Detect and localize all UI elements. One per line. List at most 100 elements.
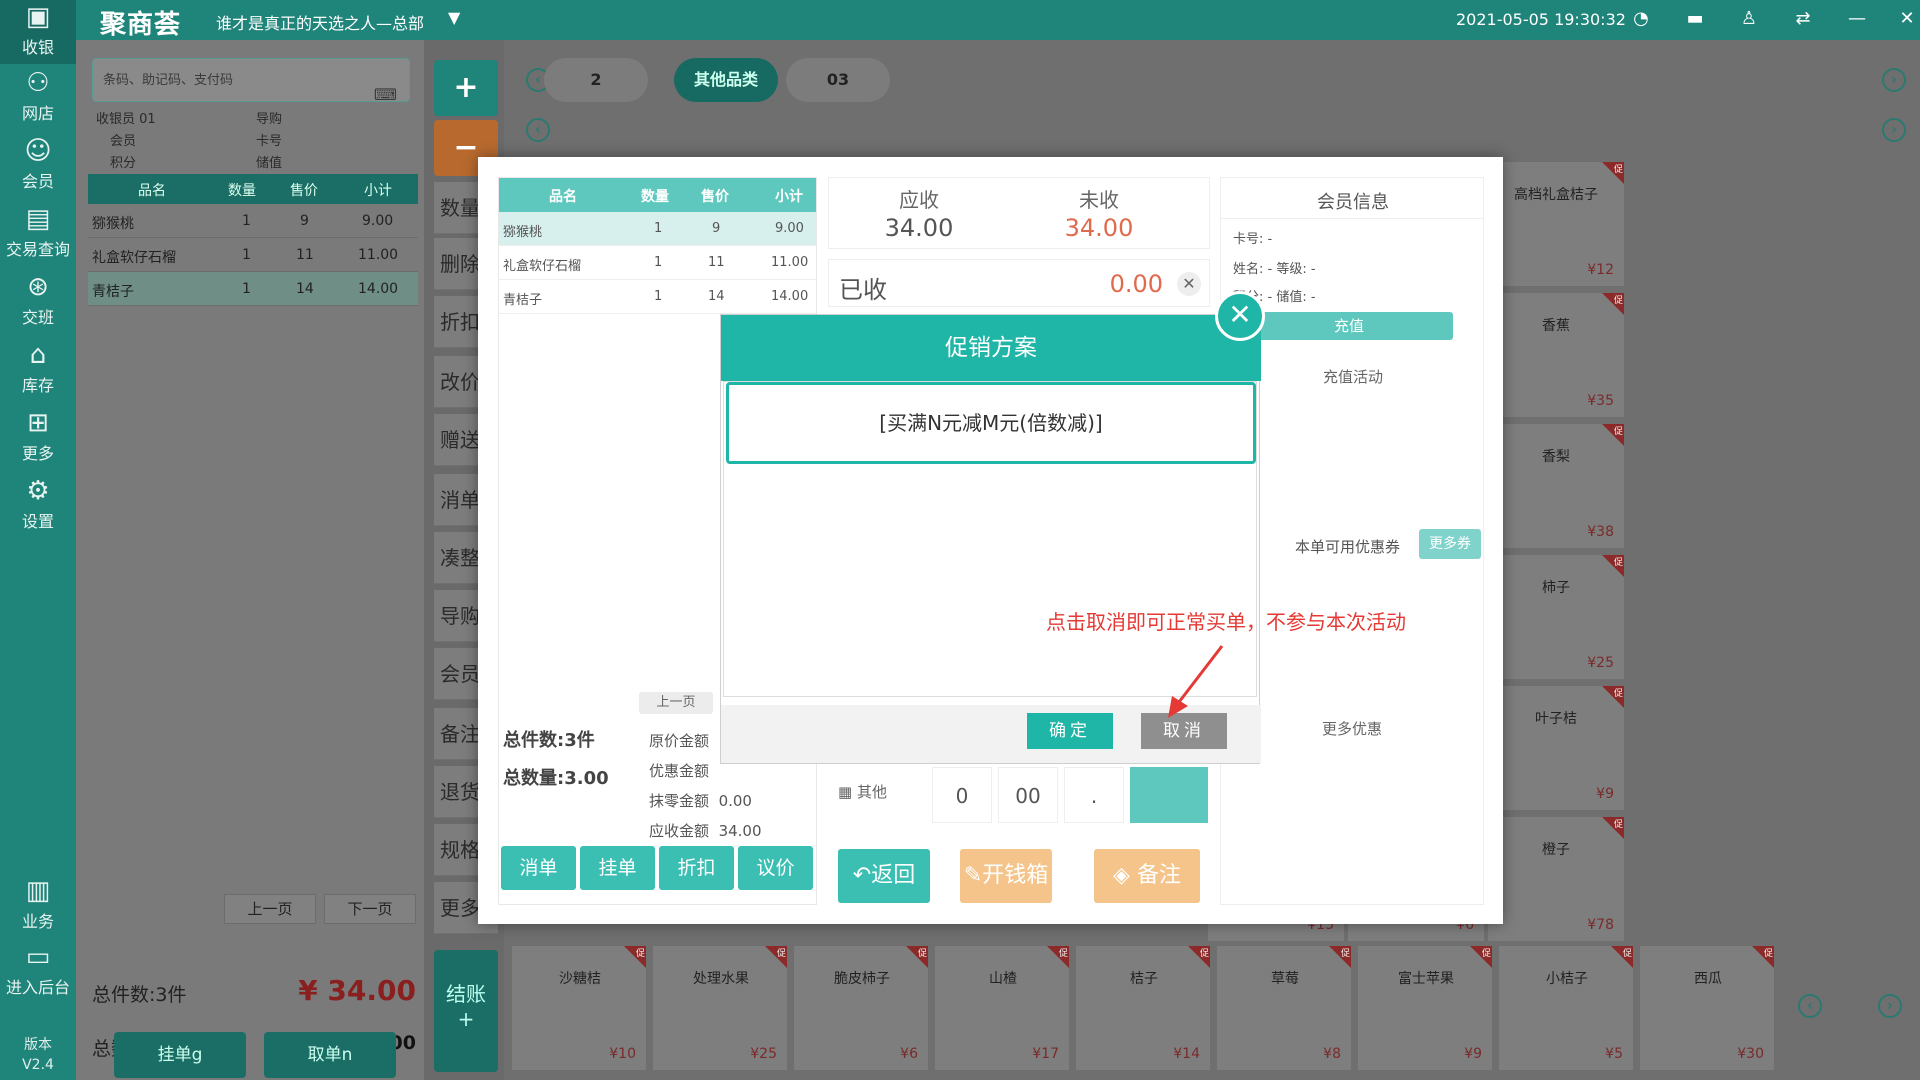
paid-value: 0.00 — [1109, 270, 1163, 298]
tab-category-03[interactable]: 03 — [786, 58, 890, 102]
cell-name: 猕猴桃 — [503, 225, 543, 240]
product-next-page-icon[interactable]: › — [1878, 994, 1902, 1018]
store-name[interactable]: 谁才是真正的天选之人—总部 — [216, 10, 424, 34]
product-card[interactable]: 促西瓜 ¥30 — [1640, 946, 1774, 1070]
product-card[interactable]: 促叶子桔 ¥9 — [1488, 686, 1624, 810]
sidebar-item-label: 交班 — [21, 308, 54, 327]
negotiate-price-button[interactable]: 议价 — [738, 846, 813, 890]
settle-button[interactable]: 结账 + — [434, 950, 498, 1072]
sidebar-item-inventory[interactable]: ⌂ 库存 — [0, 338, 76, 402]
product-price: ¥25 — [750, 1046, 777, 1062]
tab-category-2[interactable]: 2 — [544, 58, 648, 102]
items-prev-page-button[interactable]: 上一页 — [639, 692, 713, 714]
sidebar-item-label: 交易查询 — [5, 240, 70, 259]
cashier-label: 收银员 — [96, 112, 136, 127]
datetime: 2021-05-05 19:30:32 — [1456, 10, 1626, 29]
table-row[interactable]: 礼盒软仔石榴 1 11 11.00 — [499, 246, 816, 280]
sidebar-item-cashier[interactable]: ▣ 收银 — [0, 0, 76, 64]
close-window-icon[interactable]: ✕ — [1894, 6, 1920, 32]
product-card[interactable]: 促小桔子 ¥5 — [1499, 946, 1633, 1070]
cart-prev-page-button[interactable]: 上一页 — [224, 894, 316, 924]
category-next-icon[interactable]: › — [1882, 68, 1906, 92]
cell-subtotal: 11.00 — [771, 255, 809, 270]
search-input[interactable]: 条码、助记码、支付码 ⌨ — [92, 58, 410, 104]
key-dot[interactable]: . — [1064, 767, 1124, 823]
confirm-button[interactable]: 确定 — [1027, 713, 1113, 749]
cancel-order-button[interactable]: 消单 — [501, 846, 576, 890]
cell-subtotal: 9.00 — [775, 221, 804, 236]
shirt-icon[interactable]: ♙ — [1736, 6, 1762, 32]
product-name: 小桔子 — [1546, 971, 1588, 987]
discount-button[interactable]: 折扣 — [659, 846, 734, 890]
product-card[interactable]: 促柿子 ¥25 — [1488, 555, 1624, 679]
cell-qty: 1 — [654, 255, 663, 270]
recharge-button[interactable]: 充值 — [1245, 312, 1453, 340]
product-prev-page-icon[interactable]: ‹ — [1798, 994, 1822, 1018]
product-name: 山楂 — [989, 971, 1017, 987]
keyboard-icon[interactable]: ⌨ — [374, 73, 397, 117]
sidebar-item-transactions[interactable]: ▤ 交易查询 — [0, 202, 76, 266]
promo-badge-label: 促 — [1481, 949, 1491, 959]
table-row[interactable]: 猕猴桃 1 9 9.00 — [499, 212, 816, 246]
table-row[interactable]: 青桔子 1 14 14.00 — [88, 272, 418, 306]
product-card[interactable]: 促富士苹果 ¥9 — [1358, 946, 1492, 1070]
clear-icon[interactable]: ✕ — [1177, 272, 1201, 296]
product-card[interactable]: 促山楂 ¥17 — [935, 946, 1069, 1070]
table-row[interactable]: 猕猴桃 1 9 9.00 — [88, 204, 418, 238]
back-button[interactable]: ↶返回 — [838, 849, 930, 903]
sidebar-item-settings[interactable]: ⚙ 设置 — [0, 474, 76, 538]
product-card[interactable]: 促草莓 ¥8 — [1217, 946, 1351, 1070]
page-prev-icon[interactable]: ‹ — [526, 118, 550, 142]
cell-name: 礼盒软仔石榴 — [92, 250, 176, 266]
total-qty-value: 3.00 — [564, 768, 609, 789]
key-confirm[interactable] — [1130, 767, 1208, 823]
bike-icon: ⚇ — [26, 68, 50, 98]
message-icon[interactable]: ▬ — [1682, 6, 1708, 32]
promo-badge-label: 促 — [635, 949, 645, 959]
open-cashbox-button[interactable]: ✎开钱箱 — [960, 849, 1052, 903]
product-card[interactable]: 促香蕉 ¥35 — [1488, 293, 1624, 417]
product-card[interactable]: 促橙子 ¥78 — [1488, 817, 1624, 941]
note-button[interactable]: ◈ 备注 — [1094, 849, 1200, 903]
table-row[interactable]: 青桔子 1 14 14.00 — [499, 280, 816, 314]
page-next-icon[interactable]: › — [1882, 118, 1906, 142]
add-button[interactable]: + — [434, 60, 498, 116]
cell-price: 14 — [296, 281, 314, 297]
more-coupons-button[interactable]: 更多券 — [1419, 529, 1481, 559]
cart-next-page-button[interactable]: 下一页 — [324, 894, 416, 924]
product-card[interactable]: 促处理水果 ¥25 — [653, 946, 787, 1070]
cell-price: 9 — [300, 213, 309, 229]
hold-order-button[interactable]: 挂单g — [114, 1032, 246, 1078]
sidebar-item-business[interactable]: ▥ 业务 — [0, 874, 76, 938]
cart-total-count: 总件数:3件 — [92, 984, 187, 1006]
product-price: ¥78 — [1587, 917, 1614, 933]
receivable-value: 34.00 — [718, 822, 762, 840]
sidebar-item-backend[interactable]: ▭ 进入后台 — [0, 940, 76, 1004]
tab-category-other[interactable]: 其他品类 — [674, 58, 778, 102]
product-card[interactable]: 促香梨 ¥38 — [1488, 424, 1624, 548]
product-card[interactable]: 促高档礼盒桔子 ¥12 — [1488, 162, 1624, 286]
promo-badge-label: 促 — [1613, 165, 1623, 175]
hold-button[interactable]: 挂单 — [580, 846, 655, 890]
other-payment[interactable]: ▦ 其他 — [838, 781, 887, 802]
sidebar-item-online-store[interactable]: ⚇ 网店 — [0, 66, 76, 130]
promotion-option[interactable]: [买满N元减M元(倍数减)] — [726, 382, 1256, 464]
sidebar-item-handover[interactable]: ⊛ 交班 — [0, 270, 76, 334]
key-0[interactable]: 0 — [932, 767, 992, 823]
switch-icon[interactable]: ⇄ — [1790, 6, 1816, 32]
app-logo: 聚商荟 — [100, 10, 182, 40]
product-card[interactable]: 促桔子 ¥14 — [1076, 946, 1210, 1070]
product-card[interactable]: 促沙糖桔 ¥10 — [512, 946, 646, 1070]
product-card[interactable]: 促脆皮柿子 ¥6 — [794, 946, 928, 1070]
close-icon[interactable]: ✕ — [1215, 291, 1265, 341]
cell-price: 11 — [296, 247, 314, 263]
retrieve-order-button[interactable]: 取单n — [264, 1032, 396, 1078]
available-coupons-label: 本单可用优惠券 — [1295, 538, 1401, 556]
minimize-icon[interactable]: — — [1844, 6, 1870, 32]
table-row[interactable]: 礼盒软仔石榴 1 11 11.00 — [88, 238, 418, 272]
key-00[interactable]: 00 — [998, 767, 1058, 823]
cell-qty: 1 — [654, 289, 663, 304]
sidebar-item-member[interactable]: ☺ 会员 — [0, 134, 76, 198]
chevron-down-icon[interactable]: ▼ — [448, 8, 460, 27]
sidebar-item-more[interactable]: ⊞ 更多 — [0, 406, 76, 470]
